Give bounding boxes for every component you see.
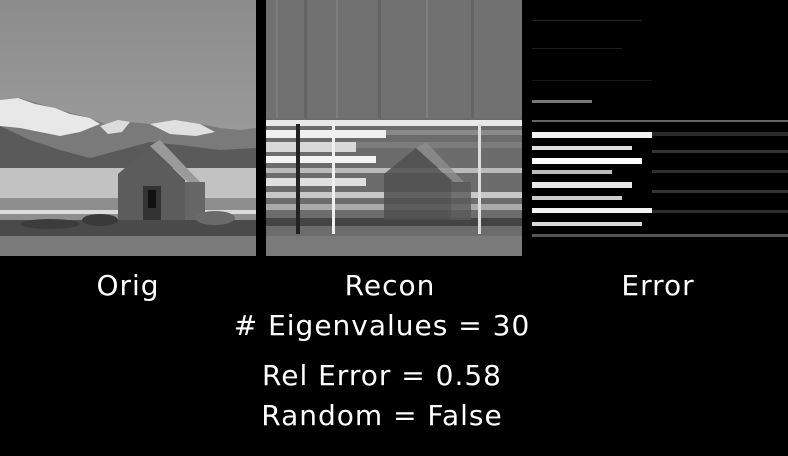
error-image — [532, 0, 788, 256]
original-image — [0, 0, 256, 256]
original-scene — [0, 0, 256, 256]
orig-label: Orig — [96, 269, 160, 302]
random-flag: Random = False — [261, 399, 503, 432]
reconstruction-scene — [266, 0, 522, 256]
reconstruction-image — [266, 0, 522, 256]
error-scene — [532, 0, 788, 256]
relative-error: Rel Error = 0.58 — [262, 359, 502, 392]
eigenvalues-count: # Eigenvalues = 30 — [233, 309, 531, 342]
recon-label: Recon — [344, 269, 436, 302]
error-label: Error — [621, 269, 695, 302]
